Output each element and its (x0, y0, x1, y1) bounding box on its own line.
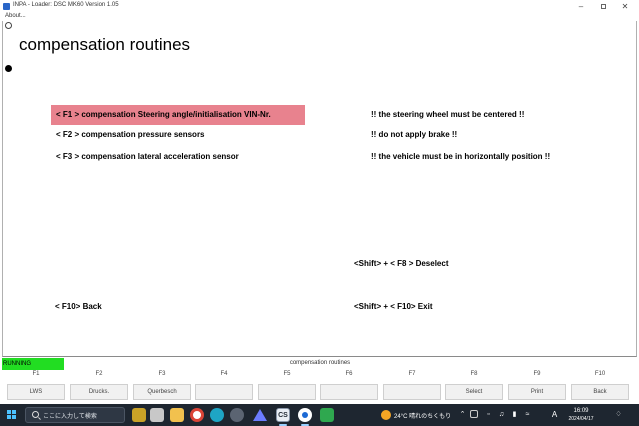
app-icon (3, 3, 10, 10)
taskbar: ここに入力して検索 CS 24°C 晴れのちくもり ⌃ ▫ ♫ ▮ ≈ A 16… (0, 404, 639, 426)
tray-speaker-icon[interactable]: ♫ (497, 410, 506, 419)
window-title: INPA - Loader: DSC MK60 Version 1.05 (13, 2, 119, 8)
fkey-button-f3-querbesch[interactable]: Querbesch (133, 384, 191, 400)
fkey-button-f6[interactable] (320, 384, 378, 400)
function-key-buttons: LWS Drucks. Querbesch Select Print Back (0, 384, 639, 402)
exit-hint: <Shift> + < F10> Exit (354, 302, 433, 311)
fkey-button-f9-print[interactable]: Print (508, 384, 566, 400)
maximize-button[interactable] (592, 1, 614, 12)
fkey-label-f8: F8 (470, 371, 478, 377)
taskbar-search-input[interactable]: ここに入力して検索 (25, 407, 125, 423)
page-title: compensation routines (19, 35, 191, 54)
fkey-button-f5[interactable] (258, 384, 316, 400)
fkey-label-f1: F1 (32, 371, 40, 377)
taskbar-cs-app-icon[interactable]: CS (276, 408, 290, 422)
inpa-window: INPA - Loader: DSC MK60 Version 1.05 – ✕… (0, 0, 639, 404)
fkey-label-f10: F10 (594, 371, 606, 377)
taskbar-green-app-icon[interactable] (320, 408, 334, 422)
tray-network-icon[interactable]: ▫ (484, 410, 493, 419)
tray-app-icon[interactable] (470, 410, 478, 418)
taskbar-app-triangle-icon[interactable] (253, 409, 267, 421)
back-hint: < F10> Back (55, 302, 102, 311)
maximize-icon (600, 4, 606, 10)
taskbar-task-view-icon[interactable] (150, 408, 164, 422)
fkey-label-f2: F2 (95, 371, 103, 377)
tray-battery-icon[interactable]: ▮ (510, 410, 519, 419)
taskbar-file-explorer-icon[interactable] (170, 408, 184, 422)
taskbar-bmw-inpa-icon[interactable] (298, 408, 312, 422)
fkey-label-f5: F5 (283, 371, 291, 377)
menu-row-f3-lateral-acceleration[interactable]: < F3 > compensation lateral acceleration… (51, 147, 305, 167)
title-bar: INPA - Loader: DSC MK60 Version 1.05 – ✕ (0, 0, 639, 13)
fkey-button-f8-select[interactable]: Select (445, 384, 503, 400)
weather-icon[interactable] (381, 410, 391, 420)
search-icon (32, 411, 39, 418)
fkey-button-f7[interactable] (383, 384, 441, 400)
fkey-label-f3: F3 (158, 371, 166, 377)
row-note-f1: !! the steering wheel must be centered !… (371, 110, 525, 119)
menu-row-f2-pressure-sensors[interactable]: < F2 > compensation pressure sensors (51, 125, 305, 145)
ime-indicator[interactable]: A (550, 410, 559, 419)
clock-date[interactable]: 2024/04/17 (563, 416, 599, 422)
fkey-label-f6: F6 (345, 371, 353, 377)
clock-time[interactable]: 16:09 (566, 408, 596, 414)
fkey-button-f4[interactable] (195, 384, 253, 400)
fkey-button-f1-lws[interactable]: LWS (7, 384, 65, 400)
taskbar-settings-icon[interactable] (230, 408, 244, 422)
status-running-badge: RUNNING (2, 358, 64, 370)
tray-wifi-icon[interactable]: ≈ (523, 410, 532, 419)
fkey-label-f9: F9 (533, 371, 541, 377)
bullet-icon (5, 65, 12, 72)
row-note-f2: !! do not apply brake !! (371, 130, 458, 139)
tray-chevron-up-icon[interactable]: ⌃ (458, 410, 467, 419)
taskbar-widget-icon[interactable] (132, 408, 146, 422)
menu-item-about[interactable]: About... (5, 13, 26, 19)
weather-text[interactable]: 24°C 晴れのちくもり (394, 411, 451, 420)
radio-icon[interactable] (5, 22, 12, 29)
main-panel: compensation routines < F1 > compensatio… (2, 21, 637, 357)
fkey-button-f10-back[interactable]: Back (571, 384, 629, 400)
menu-row-f1-steering-angle[interactable]: < F1 > compensation Steering angle/initi… (51, 105, 305, 125)
fkey-label-f4: F4 (220, 371, 228, 377)
row-note-f3: !! the vehicle must be in horizontally p… (371, 152, 551, 161)
minimize-button[interactable]: – (570, 1, 592, 12)
windows-start-icon[interactable] (7, 410, 17, 420)
status-caption: compensation routines (289, 360, 351, 366)
deselect-hint: <Shift> + < F8 > Deselect (354, 259, 449, 268)
menu-bar: About... (0, 13, 639, 21)
taskbar-edge-icon[interactable] (210, 408, 224, 422)
taskbar-chrome-icon[interactable] (190, 408, 204, 422)
search-placeholder: ここに入力して検索 (43, 414, 97, 420)
notification-bell-icon[interactable]: ♢ (614, 410, 623, 419)
close-button[interactable]: ✕ (614, 1, 636, 12)
fkey-button-f2-drucks[interactable]: Drucks. (70, 384, 128, 400)
function-key-labels: F1 F2 F3 F4 F5 F6 F7 F8 F9 F10 (0, 371, 639, 381)
status-bar: RUNNING compensation routines (0, 358, 639, 370)
fkey-label-f7: F7 (408, 371, 416, 377)
